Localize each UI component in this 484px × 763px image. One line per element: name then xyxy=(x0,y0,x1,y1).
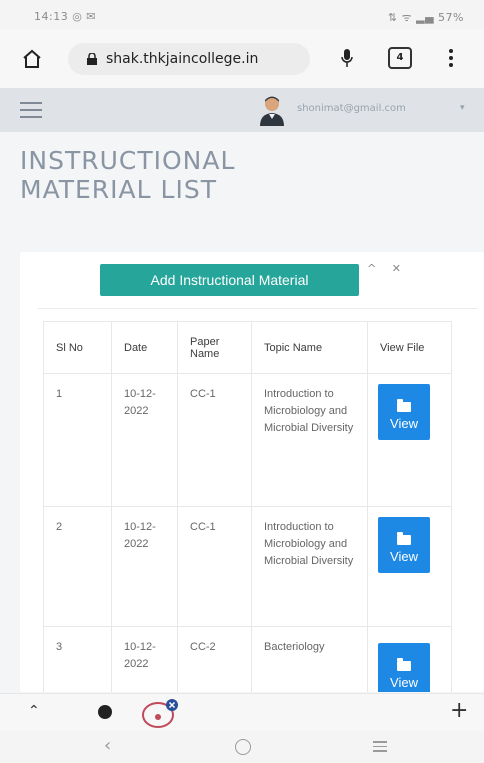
cell-date: 10-12-2022 xyxy=(111,626,178,692)
column-header: Paper Name xyxy=(177,321,252,374)
cell-date: 10-12-2022 xyxy=(111,506,178,627)
cell-topic: Bacteriology xyxy=(251,626,368,692)
user-email[interactable]: shonimat@gmail.com xyxy=(297,103,406,114)
cell-paper: CC-1 xyxy=(177,506,252,627)
add-instructional-material-button[interactable]: Add Instructional Material xyxy=(100,264,359,296)
tab-switcher-button[interactable]: 4 xyxy=(388,47,412,69)
column-header: Topic Name xyxy=(251,321,368,374)
home-circle-icon[interactable] xyxy=(235,739,251,755)
material-list-card: Add Instructional Material ^ ✕ Sl No Dat… xyxy=(20,252,484,692)
table-row: 1 10-12-2022 CC-1 Introduction to Microb… xyxy=(43,373,452,507)
cell-view: View xyxy=(367,626,452,692)
new-tab-plus-icon[interactable]: + xyxy=(450,698,468,723)
cell-topic: Introduction to Microbiology and Microbi… xyxy=(251,506,368,627)
cell-paper: CC-1 xyxy=(177,373,252,507)
card-divider xyxy=(38,308,478,309)
material-table: Sl No Date Paper Name Topic Name View Fi… xyxy=(43,321,452,692)
view-file-button[interactable]: View xyxy=(378,517,430,573)
view-file-button[interactable]: View xyxy=(378,643,430,692)
microphone-icon[interactable] xyxy=(340,46,354,70)
recents-icon[interactable] xyxy=(373,741,387,752)
column-header: Date xyxy=(111,321,178,374)
back-icon[interactable]: ‹ xyxy=(104,735,111,756)
cell-view: View xyxy=(367,506,452,627)
cell-view: View xyxy=(367,373,452,507)
table-row: 3 10-12-2022 CC-2 Bacteriology View xyxy=(43,626,452,692)
status-time: 14:13 ◎ ✉ xyxy=(34,10,97,23)
avatar[interactable] xyxy=(257,94,287,126)
home-icon[interactable] xyxy=(20,47,44,71)
folder-icon xyxy=(397,531,411,545)
user-dropdown-caret-icon[interactable]: ▾ xyxy=(460,103,465,113)
cell-paper: CC-2 xyxy=(177,626,252,692)
lock-icon xyxy=(87,53,97,65)
url-text: shak.thkjaincollege.in xyxy=(106,51,259,67)
system-navigation-bar: ‹ xyxy=(0,731,484,763)
column-header: Sl No xyxy=(43,321,112,374)
card-tools[interactable]: ^ ✕ xyxy=(367,262,407,275)
app-header: shonimat@gmail.com ▾ xyxy=(0,88,484,132)
more-menu-icon[interactable] xyxy=(446,46,456,70)
chevron-up-icon[interactable]: ⌃ xyxy=(28,703,40,719)
status-bar: 14:13 ◎ ✉ ⇅ ᯤ ▂▄ 57% xyxy=(0,0,484,30)
table-row: 2 10-12-2022 CC-1 Introduction to Microb… xyxy=(43,506,452,627)
tab-thumbnail-icon[interactable] xyxy=(140,698,180,728)
browser-bottom-bar: ⌃ + xyxy=(0,693,484,731)
hamburger-menu-icon[interactable] xyxy=(20,102,42,118)
cell-sl: 1 xyxy=(43,373,112,507)
view-file-button[interactable]: View xyxy=(378,384,430,440)
cell-sl: 3 xyxy=(43,626,112,692)
folder-icon xyxy=(397,398,411,412)
status-icons: ⇅ ᯤ ▂▄ 57% xyxy=(387,11,464,24)
folder-icon xyxy=(397,657,411,671)
cell-topic: Introduction to Microbiology and Microbi… xyxy=(251,373,368,507)
cell-sl: 2 xyxy=(43,506,112,627)
globe-icon[interactable] xyxy=(98,705,112,719)
column-header: View File xyxy=(367,321,452,374)
address-bar[interactable]: shak.thkjaincollege.in xyxy=(68,43,310,75)
table-header-row: Sl No Date Paper Name Topic Name View Fi… xyxy=(43,321,452,374)
browser-toolbar: shak.thkjaincollege.in 4 xyxy=(0,30,484,88)
cell-date: 10-12-2022 xyxy=(111,373,178,507)
page-title: INSTRUCTIONAL MATERIAL LIST xyxy=(20,146,236,204)
